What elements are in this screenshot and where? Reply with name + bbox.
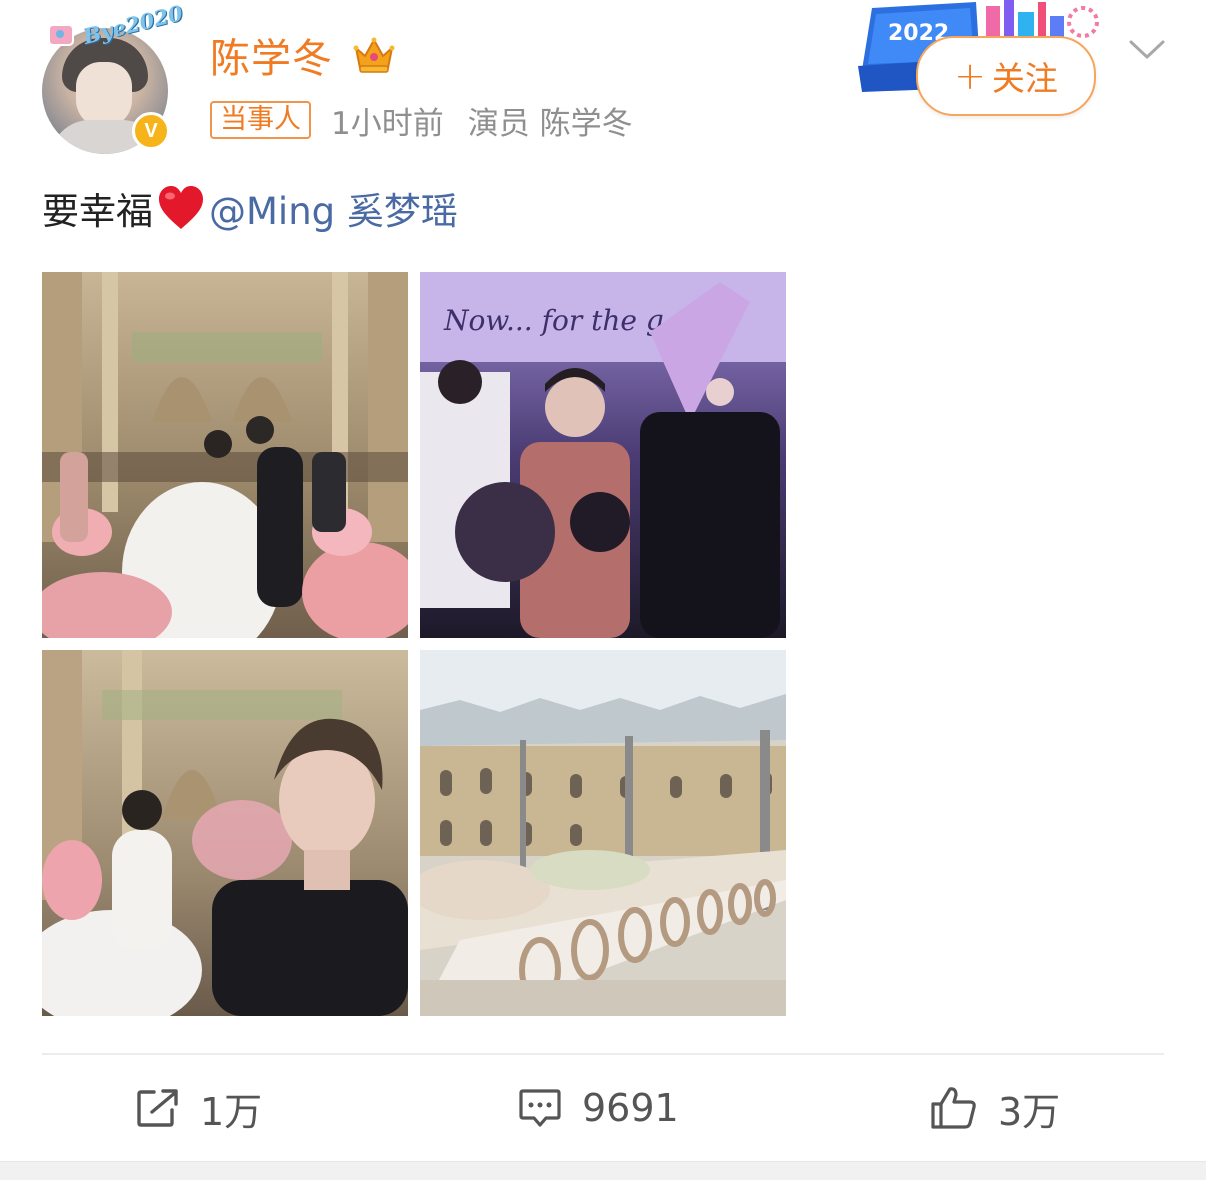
post-text: 要幸福 @Ming 奚梦瑶	[42, 180, 458, 236]
plus-icon: +	[954, 54, 986, 98]
crown-icon	[353, 37, 395, 73]
mention-link[interactable]: @Ming 奚梦瑶	[209, 181, 458, 235]
photo-party-blindfold[interactable]: Now... for the g d fin	[420, 272, 786, 638]
post-meta: 当事人 1小时前 演员 陈学冬	[210, 100, 657, 142]
divider	[42, 1053, 1164, 1055]
photo-banquet-hall[interactable]	[420, 650, 786, 1016]
camera-icon	[48, 24, 74, 46]
repost-count: 1万	[200, 1089, 263, 1134]
photo-selfie-bride[interactable]	[42, 650, 408, 1016]
bottom-separator	[0, 1161, 1206, 1180]
post-text-content: 要幸福	[42, 190, 153, 233]
comment-button[interactable]: 9691	[518, 1078, 679, 1138]
like-button[interactable]: 3万	[930, 1078, 1060, 1138]
chevron-down-icon[interactable]	[1128, 30, 1166, 68]
comment-count: 9691	[582, 1086, 679, 1130]
comment-icon	[519, 1089, 561, 1127]
username[interactable]: 陈学冬	[210, 26, 333, 84]
heart-emoji-icon	[159, 186, 203, 229]
user-description: 演员 陈学冬	[467, 105, 633, 142]
follow-button[interactable]: + 关注	[916, 36, 1096, 116]
post-time: 1小时前	[331, 105, 444, 142]
repost-icon	[137, 1089, 178, 1127]
verified-icon: V	[132, 112, 170, 150]
repost-button[interactable]: 1万	[136, 1078, 262, 1138]
follow-label: 关注	[991, 59, 1058, 98]
avatar[interactable]: Bye2020 V	[40, 0, 185, 154]
status-badge: 当事人	[210, 101, 311, 139]
like-count: 3万	[998, 1089, 1061, 1134]
photo-wedding-kiss[interactable]	[42, 272, 408, 638]
thumbs-up-icon	[931, 1087, 976, 1129]
